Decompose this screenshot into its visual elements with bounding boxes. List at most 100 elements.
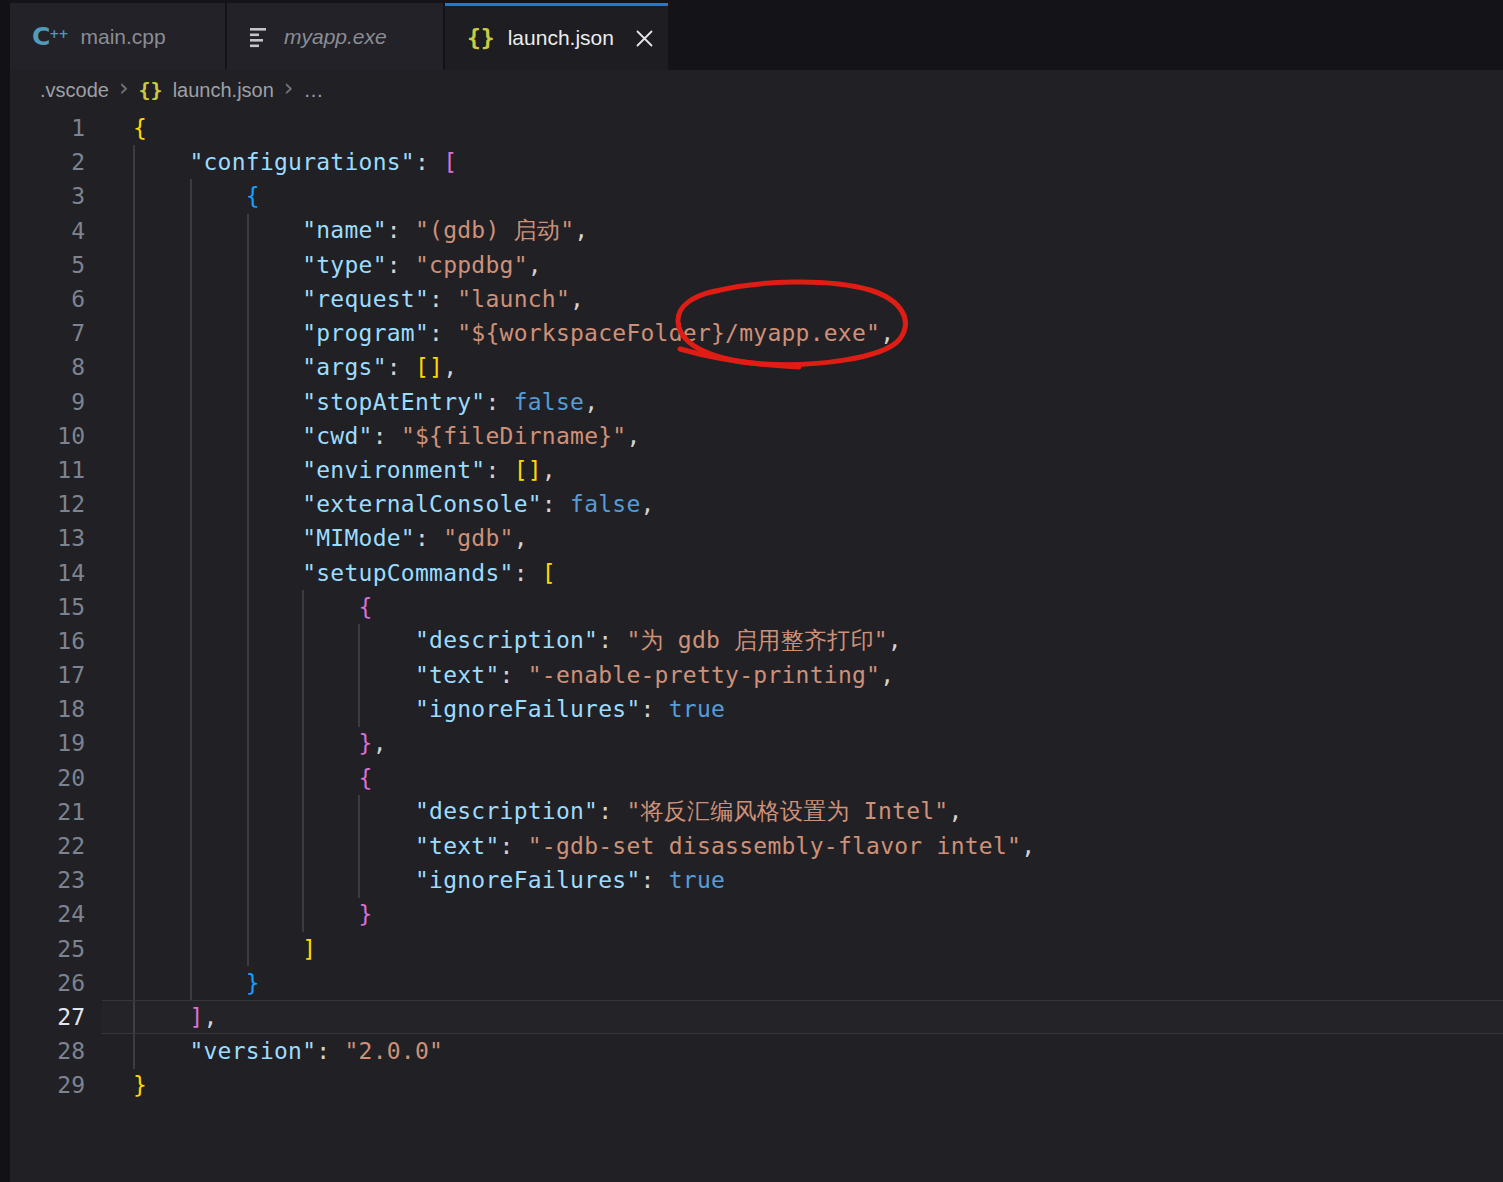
code-line[interactable]: 25 ] xyxy=(0,932,1503,966)
code-line-text: "description": "将反汇编风格设置为 Intel", xyxy=(133,796,963,827)
line-number[interactable]: 7 xyxy=(0,320,85,346)
code-line-text: "ignoreFailures": true xyxy=(133,696,725,722)
line-number[interactable]: 4 xyxy=(0,218,85,244)
code-line[interactable]: 24 } xyxy=(0,897,1503,931)
indent-guide xyxy=(247,214,249,966)
tab-main-cpp[interactable]: C++ main.cpp xyxy=(10,3,225,70)
code-line-text: { xyxy=(133,115,147,141)
code-line[interactable]: 5 "type": "cppdbg", xyxy=(0,248,1503,282)
line-number[interactable]: 22 xyxy=(0,833,85,859)
code-line-text: "ignoreFailures": true xyxy=(133,867,725,893)
code-line-text: "version": "2.0.0" xyxy=(133,1038,443,1064)
breadcrumb-more[interactable]: … xyxy=(303,79,323,102)
code-line[interactable]: 3 { xyxy=(0,179,1503,213)
code-line[interactable]: 1{ xyxy=(0,111,1503,145)
code-line-text: "type": "cppdbg", xyxy=(133,252,542,278)
code-line[interactable]: 26 } xyxy=(0,966,1503,1000)
tab-myapp-exe[interactable]: myapp.exe xyxy=(227,3,443,70)
code-line[interactable]: 18 "ignoreFailures": true xyxy=(0,692,1503,726)
line-number[interactable]: 15 xyxy=(0,594,85,620)
editor-tab-bar: C++ main.cpp myapp.exe {} launch.json xyxy=(10,0,1503,70)
indent-guide xyxy=(358,795,360,898)
line-number[interactable]: 20 xyxy=(0,765,85,791)
code-line[interactable]: 19 }, xyxy=(0,726,1503,760)
code-line[interactable]: 6 "request": "launch", xyxy=(0,282,1503,316)
chevron-right-icon: › xyxy=(284,74,294,102)
code-line-text: "environment": [], xyxy=(133,457,556,483)
code-line-text: { xyxy=(133,594,373,620)
code-line-text: "text": "-gdb-set disassembly-flavor int… xyxy=(133,833,1035,859)
code-line-text: "stopAtEntry": false, xyxy=(133,389,598,415)
line-number[interactable]: 11 xyxy=(0,457,85,483)
code-line[interactable]: 20 { xyxy=(0,761,1503,795)
line-number[interactable]: 17 xyxy=(0,662,85,688)
code-line[interactable]: 17 "text": "-enable-pretty-printing", xyxy=(0,658,1503,692)
code-line[interactable]: 4 "name": "(gdb) 启动", xyxy=(0,214,1503,248)
line-number[interactable]: 5 xyxy=(0,252,85,278)
line-number[interactable]: 6 xyxy=(0,286,85,312)
code-line[interactable]: 10 "cwd": "${fileDirname}", xyxy=(0,419,1503,453)
code-line[interactable]: 13 "MIMode": "gdb", xyxy=(0,521,1503,555)
code-line[interactable]: 21 "description": "将反汇编风格设置为 Intel", xyxy=(0,795,1503,829)
code-line[interactable]: 14 "setupCommands": [ xyxy=(0,555,1503,589)
line-number[interactable]: 9 xyxy=(0,389,85,415)
code-line-text: "request": "launch", xyxy=(133,286,584,312)
json-file-icon: {} xyxy=(467,27,495,50)
current-line-highlight xyxy=(102,1000,1503,1034)
code-line[interactable]: 7 "program": "${workspaceFolder}/myapp.e… xyxy=(0,316,1503,350)
line-number[interactable]: 14 xyxy=(0,560,85,586)
indent-guide xyxy=(302,590,304,932)
close-icon[interactable] xyxy=(635,29,654,48)
code-line[interactable]: 11 "environment": [], xyxy=(0,453,1503,487)
code-line-text: { xyxy=(133,765,373,791)
line-number[interactable]: 2 xyxy=(0,149,85,175)
code-line[interactable]: 16 "description": "为 gdb 启用整齐打印", xyxy=(0,624,1503,658)
tab-label: launch.json xyxy=(508,26,614,50)
code-line[interactable]: 15 { xyxy=(0,590,1503,624)
code-line[interactable]: 22 "text": "-gdb-set disassembly-flavor … xyxy=(0,829,1503,863)
line-number[interactable]: 10 xyxy=(0,423,85,449)
code-line-text: { xyxy=(133,183,260,209)
indent-guide xyxy=(358,624,360,727)
code-line-text: } xyxy=(133,970,260,996)
breadcrumb-file[interactable]: launch.json xyxy=(173,79,274,102)
code-line-text: "externalConsole": false, xyxy=(133,491,655,517)
code-line[interactable]: 23 "ignoreFailures": true xyxy=(0,863,1503,897)
breadcrumb-folder[interactable]: .vscode xyxy=(40,79,109,102)
code-line-text: "cwd": "${fileDirname}", xyxy=(133,423,641,449)
code-line[interactable]: 29} xyxy=(0,1068,1503,1102)
line-number[interactable]: 21 xyxy=(0,799,85,825)
code-line-text: ] xyxy=(133,936,316,962)
tab-label: main.cpp xyxy=(80,25,165,49)
line-number[interactable]: 16 xyxy=(0,628,85,654)
line-number[interactable]: 25 xyxy=(0,936,85,962)
chevron-right-icon: › xyxy=(119,74,129,102)
line-number[interactable]: 1 xyxy=(0,115,85,141)
tab-label: myapp.exe xyxy=(284,25,387,49)
line-number[interactable]: 13 xyxy=(0,525,85,551)
indent-guide xyxy=(133,145,135,1068)
code-line[interactable]: 2 "configurations": [ xyxy=(0,145,1503,179)
line-number[interactable]: 29 xyxy=(0,1072,85,1098)
code-area[interactable]: 1{2 "configurations": [3 {4 "name": "(gd… xyxy=(0,111,1503,1102)
line-number[interactable]: 12 xyxy=(0,491,85,517)
indent-guide xyxy=(190,179,192,1000)
line-number[interactable]: 26 xyxy=(0,970,85,996)
line-number[interactable]: 24 xyxy=(0,901,85,927)
breadcrumb: .vscode › {} launch.json › … xyxy=(10,70,1503,110)
line-number[interactable]: 27 xyxy=(0,1004,85,1030)
json-file-icon: {} xyxy=(139,80,163,100)
line-number[interactable]: 28 xyxy=(0,1038,85,1064)
code-line[interactable]: 12 "externalConsole": false, xyxy=(0,487,1503,521)
line-number[interactable]: 23 xyxy=(0,867,85,893)
code-line[interactable]: 8 "args": [], xyxy=(0,350,1503,384)
binary-file-icon xyxy=(249,25,271,49)
line-number[interactable]: 18 xyxy=(0,696,85,722)
code-line-text: }, xyxy=(133,730,387,756)
line-number[interactable]: 8 xyxy=(0,354,85,380)
code-line[interactable]: 9 "stopAtEntry": false, xyxy=(0,385,1503,419)
code-line[interactable]: 28 "version": "2.0.0" xyxy=(0,1034,1503,1068)
line-number[interactable]: 3 xyxy=(0,183,85,209)
tab-launch-json[interactable]: {} launch.json xyxy=(445,3,668,70)
line-number[interactable]: 19 xyxy=(0,730,85,756)
